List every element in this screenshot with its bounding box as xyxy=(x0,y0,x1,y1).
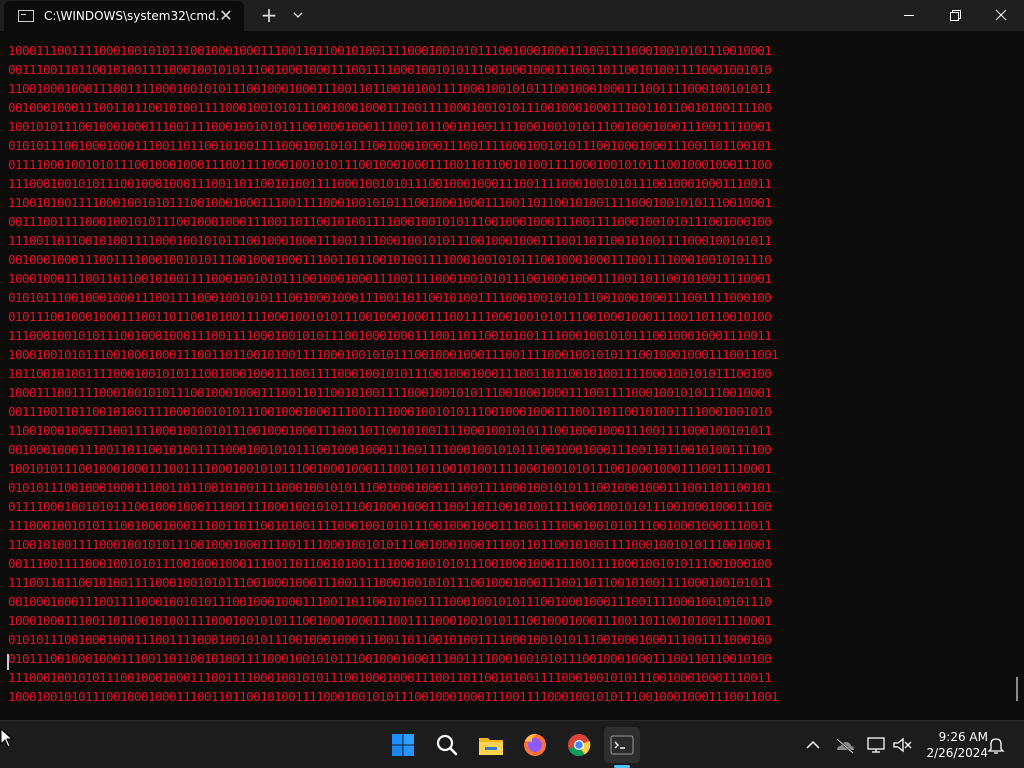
output-line: 1011001010011110001001010111001000100011… xyxy=(8,366,772,381)
output-line: 1000111001111000100101011100100010001110… xyxy=(8,385,772,400)
tab-close-button[interactable]: ✕ xyxy=(218,8,234,24)
output-line: 1110001001010111001000100011100111100010… xyxy=(8,670,772,685)
clock-time: 9:26 AM xyxy=(938,730,988,744)
terminal-window: C:\WINDOWS\system32\cmd. ✕ + 10001110011… xyxy=(0,0,1024,720)
output-line: 1000100011100110110010100111100010010101… xyxy=(8,613,772,628)
start-icon xyxy=(392,734,414,756)
search-icon xyxy=(436,734,458,756)
output-line: 1000100011100110110010100111100010010101… xyxy=(8,271,772,286)
minimize-button[interactable] xyxy=(886,0,932,31)
firefox-button[interactable] xyxy=(517,727,553,763)
output-line: 0011100111100010010101110010001000111001… xyxy=(8,214,772,229)
output-line: 0011100110110010100111100010010101110010… xyxy=(8,404,772,419)
new-tab-button[interactable]: + xyxy=(256,2,282,28)
output-line: 1110001001010111001000100011100110110010… xyxy=(8,518,772,533)
output-line: 1110011011001010011110001001010111001000… xyxy=(8,575,772,590)
taskbar: 9:26 AM 2/26/2024 xyxy=(0,720,1024,768)
cmd-icon xyxy=(18,10,34,22)
output-line: 1001010111001000100011100111100010010101… xyxy=(8,461,772,476)
output-line: 0101110010001000111001101100101001111000… xyxy=(8,309,772,324)
output-line: 0011100110110010100111100010010101110010… xyxy=(8,62,772,77)
firefox-icon xyxy=(524,733,546,756)
output-line: 1000111001111000100101011100100010001110… xyxy=(8,43,772,58)
network-icon xyxy=(867,737,885,753)
chrome-button[interactable] xyxy=(561,727,597,763)
console-output: 1000111001111000100101011100100010001110… xyxy=(8,41,1008,706)
terminal-taskbar-button[interactable] xyxy=(604,727,640,763)
close-window-button[interactable] xyxy=(978,0,1024,31)
terminal-output-area[interactable]: 1000111001111000100101011100100010001110… xyxy=(0,31,1010,720)
tab-cmd[interactable]: C:\WINDOWS\system32\cmd. ✕ xyxy=(4,1,244,31)
output-line: 1000100101011100100010001110011011001010… xyxy=(8,689,779,704)
output-line: 1100101001111000100101011100100010001110… xyxy=(8,195,772,210)
output-line: 1100100010001110011110001001010111001000… xyxy=(8,423,772,438)
notification-bell-icon xyxy=(987,738,1005,754)
restore-icon xyxy=(950,10,961,21)
output-line: 0101011100100010001110011110001001010111… xyxy=(8,290,772,305)
output-line: 0101110010001000111001101100101001111000… xyxy=(8,651,772,666)
output-line: 1100100010001110011110001001010111001000… xyxy=(8,81,772,96)
scrollbar[interactable] xyxy=(1016,677,1018,701)
output-line: 0011100111100010010101110010001000111001… xyxy=(8,556,772,571)
output-line: 1110001001010111001000100011100111100010… xyxy=(8,328,772,343)
output-line: 0010001000111001101100101001111000100101… xyxy=(8,442,772,457)
terminal-icon xyxy=(610,735,634,755)
title-bar[interactable]: C:\WINDOWS\system32\cmd. ✕ + xyxy=(0,0,1024,31)
output-line: 0111100010010101110010001000111001111000… xyxy=(8,157,772,172)
show-hidden-icons-button[interactable] xyxy=(801,733,825,757)
volume-tray-button[interactable] xyxy=(890,733,914,757)
volume-muted-icon xyxy=(893,737,912,753)
start-button[interactable] xyxy=(385,727,421,763)
output-line: 0010001000111001111000100101011100100010… xyxy=(8,594,772,609)
output-line: 0010001000111001101100101001111000100101… xyxy=(8,100,772,115)
minimize-icon xyxy=(904,15,914,16)
file-explorer-icon xyxy=(479,738,503,755)
output-line: 1100101001111000100101011100100010001110… xyxy=(8,537,772,552)
search-button[interactable] xyxy=(429,727,465,763)
output-line: 0101011100100010001110011011001010011110… xyxy=(8,138,772,153)
maximize-button[interactable] xyxy=(932,0,978,31)
tab-title: C:\WINDOWS\system32\cmd. xyxy=(44,9,220,23)
output-line: 0010001000111001111000100101011100100010… xyxy=(8,252,772,267)
output-line: 1110011011001010011110001001010111001000… xyxy=(8,233,772,248)
tab-dropdown-button[interactable] xyxy=(287,4,309,26)
clock-button[interactable]: 9:26 AM 2/26/2024 xyxy=(922,729,988,761)
onedrive-tray-button[interactable] xyxy=(833,733,857,757)
output-line: 1001010111001000100011100111100010010101… xyxy=(8,119,772,134)
chrome-icon xyxy=(568,734,591,757)
network-tray-button[interactable] xyxy=(864,733,888,757)
mouse-pointer-icon xyxy=(0,728,14,748)
output-line: 1110001001010111001000100011100110110010… xyxy=(8,176,772,191)
file-explorer-button[interactable] xyxy=(473,727,509,763)
output-line: 0101011100100010001110011110001001010111… xyxy=(8,632,772,647)
output-line: 1000100101011100100010001110011011001010… xyxy=(8,347,779,362)
output-line: 0111100010010101110010001000111001111000… xyxy=(8,499,772,514)
clock-date: 2/26/2024 xyxy=(926,746,988,760)
output-line: 0101011100100010001110011011001010011110… xyxy=(8,480,772,495)
chevron-down-icon xyxy=(293,12,303,18)
close-icon xyxy=(995,9,1007,21)
chevron-up-icon xyxy=(806,740,820,749)
onedrive-icon xyxy=(836,738,854,754)
text-cursor xyxy=(7,654,9,670)
notifications-button[interactable] xyxy=(984,733,1008,757)
